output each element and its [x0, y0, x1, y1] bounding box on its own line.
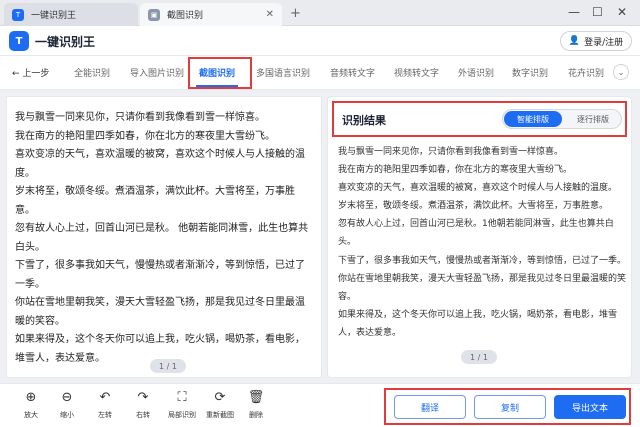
result-line: 喜欢变凉的天气，喜欢温暖的被窝，喜欢这个时候人与人接触的温度。 [338, 183, 618, 194]
highlight-box-result-header: 识别结果 智能排版 逐行排版 [332, 101, 627, 137]
feature-nav: ← 上一步 全能识别 导入图片识别 截图识别 多国语言识别 音频转文字 视频转文… [0, 56, 640, 90]
retake-screenshot-button[interactable]: ⟳ 重新截图 [200, 390, 240, 420]
close-icon[interactable]: ✕ [617, 5, 627, 19]
rotate-right-label: 右转 [136, 411, 150, 419]
source-text: 我与飘雪一同来见你，只请你看到我像看到雪一样惊喜。 我在南方的艳阳里四季如春，你… [15, 109, 313, 368]
nav-item-audio[interactable]: 音频转文字 [330, 66, 375, 79]
back-label: 上一步 [22, 69, 50, 79]
source-line: 岁末将至，敬颂冬绥。煮酒温茶，满饮此杯。大雪将至，万事胜意。 [15, 186, 295, 216]
result-panel: 识别结果 智能排版 逐行排版 我与飘雪一同来见你，只请你看到我像看到雪一样惊喜。… [327, 96, 632, 378]
retake-screenshot-label: 重新截图 [206, 411, 234, 419]
chevron-down-icon[interactable]: ⌄ [613, 64, 629, 80]
result-line: 忽有故人心上过，回首山河已是秋。1他朝若能同淋雪，此生也算共白头。 [338, 219, 614, 248]
zoom-out-label: 缩小 [60, 411, 74, 419]
back-button[interactable]: ← 上一步 [12, 66, 49, 79]
zoom-in-label: 放大 [24, 411, 38, 419]
result-line: 岁末将至，敬颂冬绥。煮酒温茶，满饮此杯。大雪将至，万事胜意。 [338, 201, 609, 212]
source-line: 你站在雪地里朝我笑，漫天大雪轻盈飞扬，那是我见过冬日里最温暖的笑容。 [15, 297, 305, 327]
tab-home-label: 一键识别王 [31, 11, 77, 21]
rotate-right-button[interactable]: ↷ 右转 [123, 390, 163, 420]
result-page-indicator: 1 / 1 [461, 350, 497, 364]
title-bar: T 一键识别王 ▣ 截图识别 ✕ + — ☐ ✕ [0, 0, 640, 26]
brand-name: 一键识别王 [35, 35, 96, 49]
login-button[interactable]: 👤 登录/注册 [560, 31, 632, 51]
zoom-in-button[interactable]: ⊕ 放大 [11, 390, 51, 420]
delete-button[interactable]: 🗑 删除 [236, 390, 276, 420]
login-label: 登录/注册 [584, 37, 624, 48]
source-image-panel[interactable]: 我与飘雪一同来见你，只请你看到我像看到雪一样惊喜。 我在南方的艳阳里四季如春，你… [6, 96, 322, 378]
nav-item-multilang[interactable]: 多国语言识别 [256, 66, 310, 79]
rotate-left-button[interactable]: ↶ 左转 [85, 390, 125, 420]
rotate-left-icon: ↶ [99, 390, 111, 405]
source-line: 下雪了，很多事我如天气，慢慢热或者渐渐冷，等到惊悟，已过了一季。 [15, 260, 305, 290]
result-line: 我与飘雪一同来见你，只请你看到我像看到雪一样惊喜。 [338, 147, 564, 157]
result-line: 下雪了，很多事我如天气，慢慢热或者渐渐冷，等到惊悟，已过了一季。 [338, 255, 627, 266]
zoom-in-icon: ⊕ [25, 390, 37, 405]
screenshot-tab-icon: ▣ [148, 8, 160, 21]
app-logo-icon: T [12, 8, 24, 21]
nav-item-all[interactable]: 全能识别 [74, 66, 110, 79]
result-line: 我在南方的艳阳里四季如春，你在北方的寒夜里大雪纷飞。 [338, 165, 573, 176]
nav-item-digits[interactable]: 数字识别 [512, 66, 548, 79]
region-select-icon: ⛶ [177, 390, 187, 405]
export-text-button[interactable]: 导出文本 [554, 395, 626, 419]
nav-item-video[interactable]: 视频转文字 [394, 66, 439, 79]
tab-close-icon[interactable]: ✕ [266, 9, 274, 20]
highlight-box-nav [188, 57, 252, 89]
trash-icon: 🗑 [247, 390, 265, 405]
new-tab-icon[interactable]: + [290, 6, 301, 21]
brand-logo-icon: T [9, 31, 29, 51]
source-line: 我与飘雪一同来见你，只请你看到我像看到雪一样惊喜。 [15, 112, 265, 123]
result-text[interactable]: 我与飘雪一同来见你，只请你看到我像看到雪一样惊喜。 我在南方的艳阳里四季如春，你… [338, 143, 628, 342]
line-layout-button[interactable]: 逐行排版 [565, 111, 621, 127]
zoom-out-button[interactable]: ⊖ 缩小 [47, 390, 87, 420]
maximize-icon[interactable]: ☐ [592, 5, 603, 19]
app-header: T 一键识别王 👤 登录/注册 [0, 26, 640, 56]
minimize-icon[interactable]: — [568, 5, 580, 19]
layout-mode-toggle: 智能排版 逐行排版 [502, 109, 622, 129]
rotate-right-icon: ↷ [137, 390, 149, 405]
copy-button[interactable]: 复制 [474, 395, 546, 419]
nav-item-import-image[interactable]: 导入图片识别 [130, 66, 184, 79]
source-page-indicator: 1 / 1 [150, 359, 186, 373]
result-line: 你站在雪地里朝我笑，漫天大雪轻盈飞扬，那是我见过冬日里最温暖的笑容。 [338, 273, 627, 302]
translate-button[interactable]: 翻译 [394, 395, 466, 419]
smart-layout-button[interactable]: 智能排版 [504, 111, 562, 127]
source-line: 我在南方的艳阳里四季如春，你在北方的寒夜里大雪纷飞。 [15, 130, 275, 142]
result-line: 如果来得及，这个冬天你可以追上我，吃火锅，喝奶茶，看电影，堆雪人，表达爱意。 [338, 309, 618, 338]
source-line: 忽有故人心上过，回首山河已是秋。 他朝若能同淋雪，此生也算共白头。 [15, 223, 309, 253]
delete-label: 删除 [249, 411, 263, 419]
rotate-left-label: 左转 [98, 411, 112, 419]
refresh-icon: ⟳ [214, 390, 226, 405]
source-line: 喜欢变凉的天气，喜欢温暖的被窝，喜欢这个时候人与人接触的温度。 [15, 149, 305, 179]
nav-item-flower[interactable]: 花卉识别 [568, 66, 604, 79]
user-icon: 👤 [568, 36, 581, 46]
region-recognize-label: 局部识别 [168, 411, 196, 419]
tab-screenshot-label: 截图识别 [167, 11, 204, 21]
result-title: 识别结果 [342, 114, 386, 127]
zoom-out-icon: ⊖ [61, 390, 73, 405]
tab-screenshot[interactable]: ▣ 截图识别 ✕ [140, 3, 282, 26]
region-recognize-button[interactable]: ⛶ 局部识别 [162, 390, 202, 420]
nav-item-foreign[interactable]: 外语识别 [458, 66, 494, 79]
tab-home[interactable]: T 一键识别王 [4, 3, 138, 26]
